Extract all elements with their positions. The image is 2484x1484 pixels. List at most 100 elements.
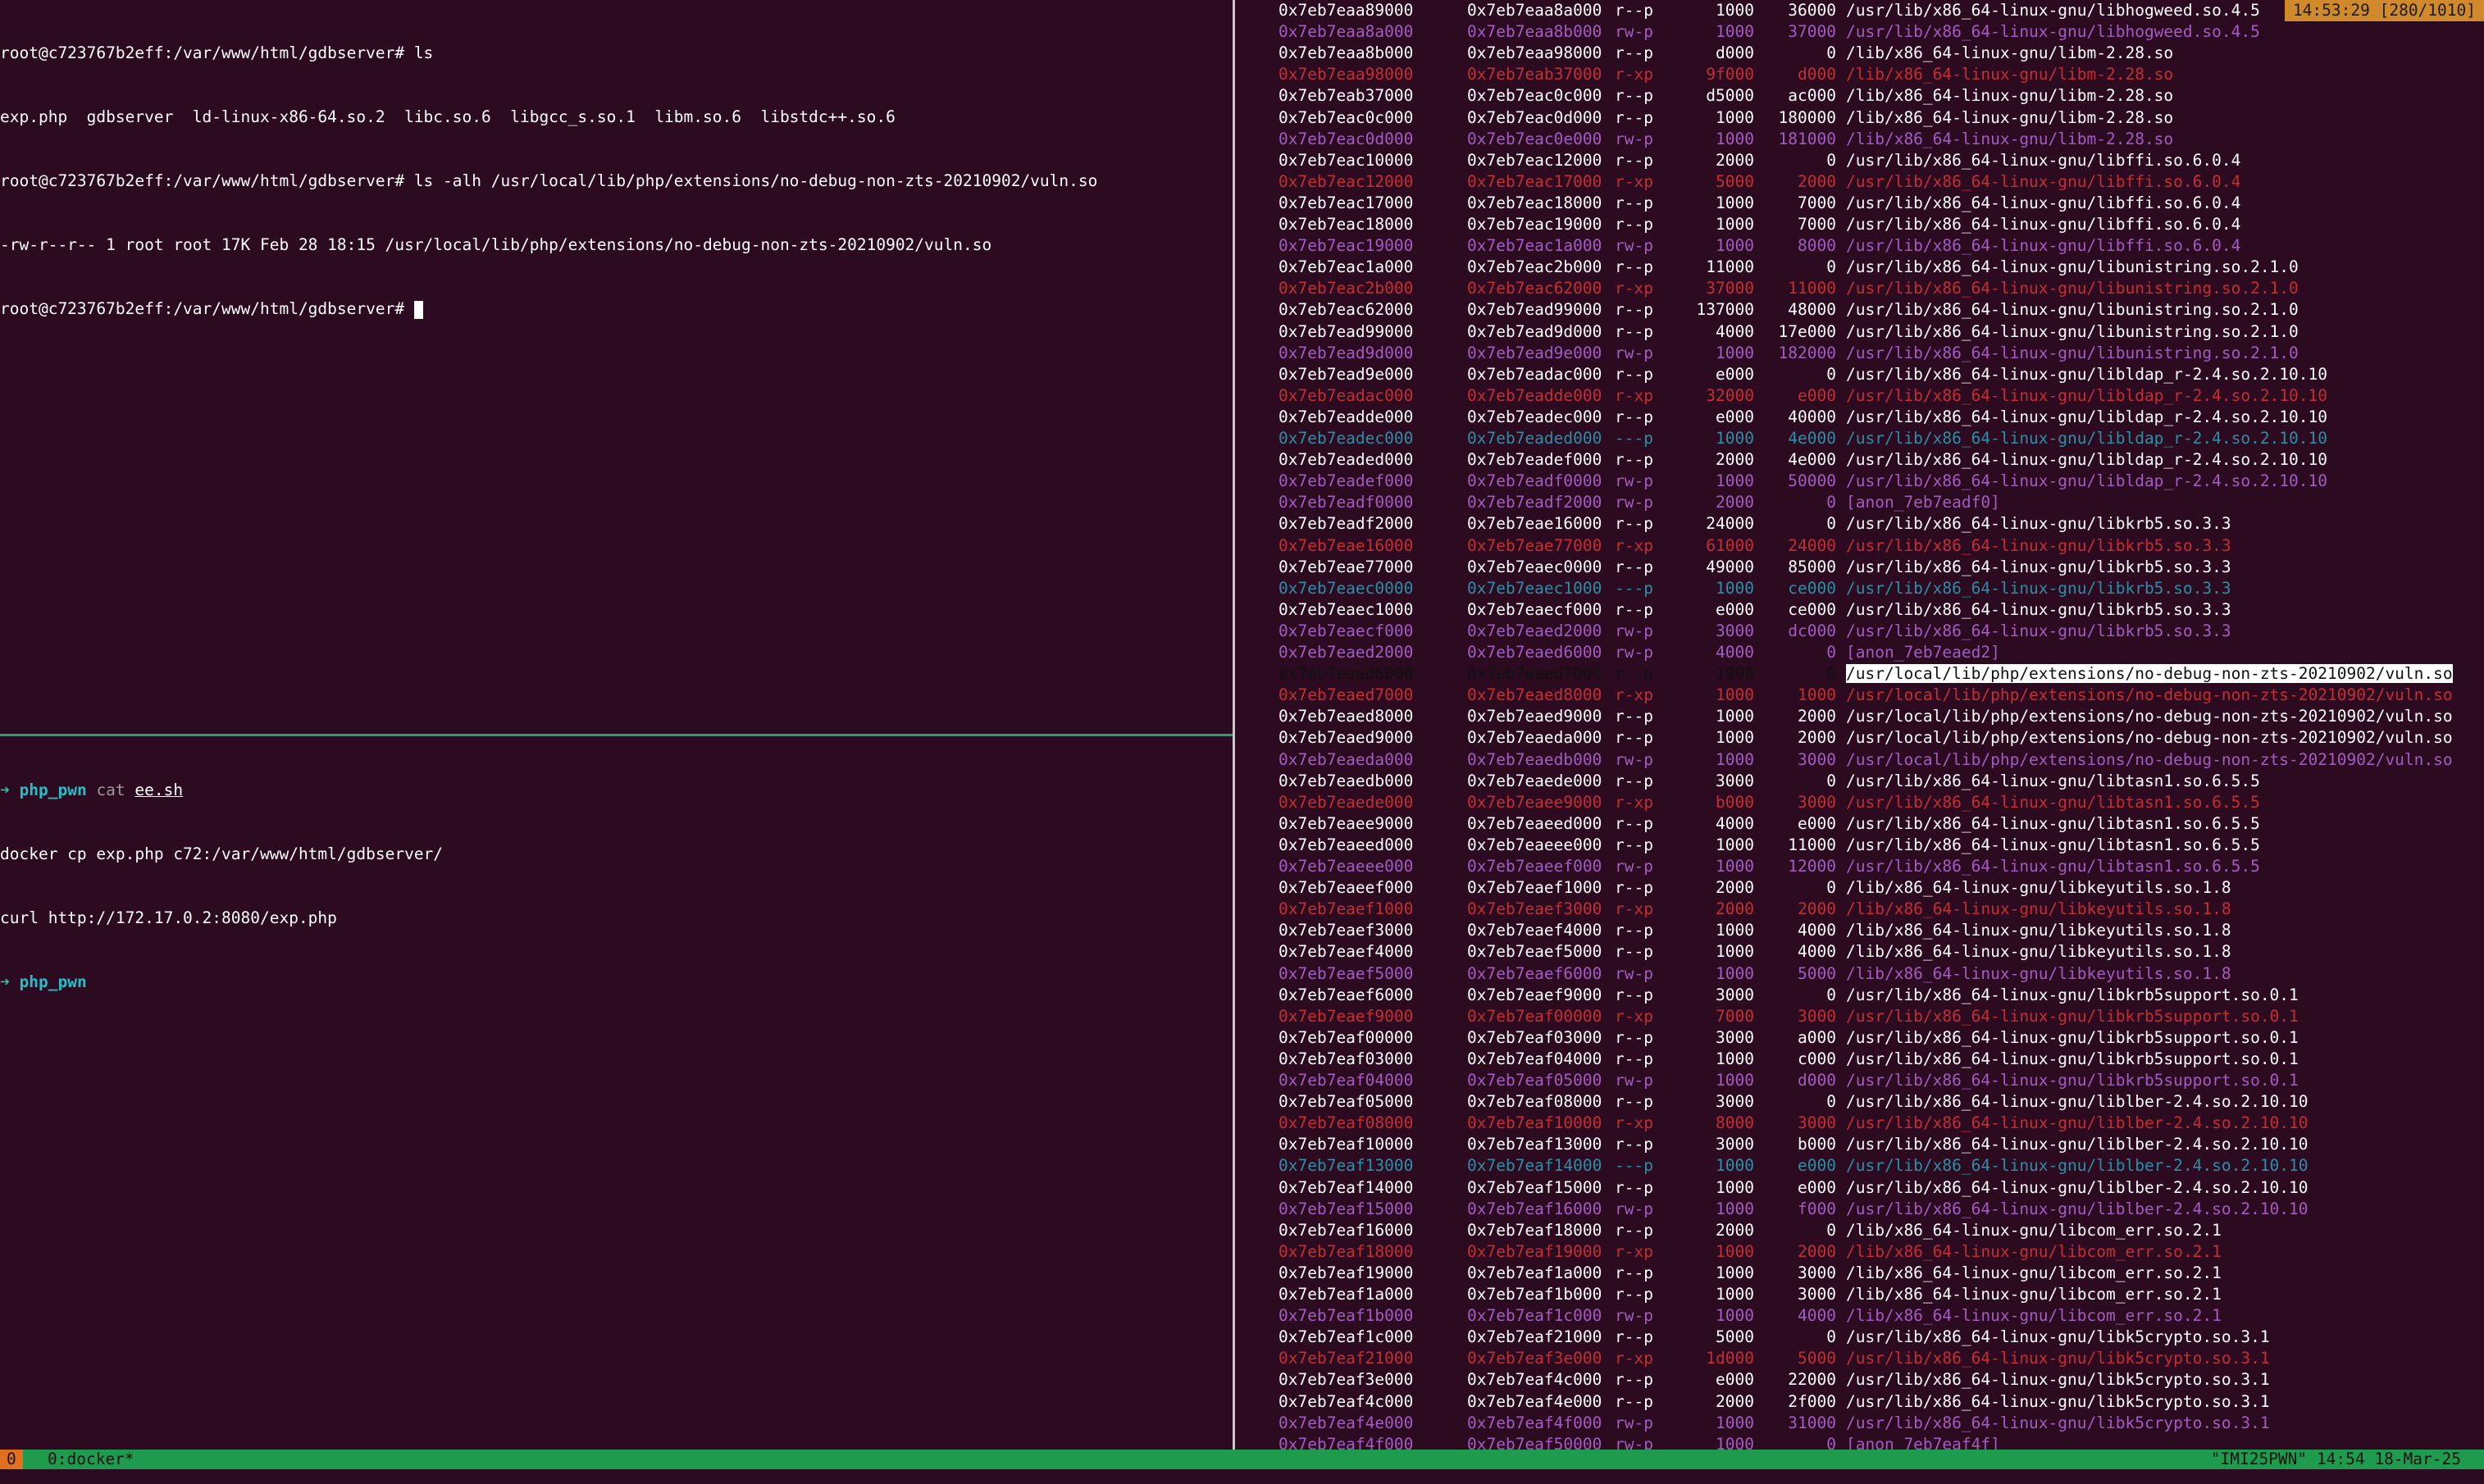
memory-map-row: 0x7eb7eadde000 0x7eb7eadec000 r--p e000 4000… xyxy=(1278,407,2327,428)
prompt-arrow-icon: ➜ xyxy=(0,972,10,991)
memory-map-row: 0x7eb7eaee9000 0x7eb7eaeed000 r--p 4000 e000… xyxy=(1278,813,2260,835)
map-end-address: 0x7eb7eaf1a000 xyxy=(1467,1263,1602,1282)
window-tab-docker[interactable]: 0:docker* xyxy=(48,1450,134,1469)
map-permissions: r--p xyxy=(1615,1092,1653,1112)
map-size: 3000 xyxy=(1716,1027,1754,1047)
memory-map-row: 0x7eb7eaec0000 0x7eb7eaec1000 ---p 1000 ce00… xyxy=(1278,578,2231,599)
map-start-address: 0x7eb7eaf1b000 xyxy=(1278,1306,1414,1326)
map-size: 11000 xyxy=(1706,257,1754,277)
pane-divider-horizontal[interactable] xyxy=(0,734,1233,736)
map-size: 1000 xyxy=(1716,728,1754,748)
map-size: 3000 xyxy=(1716,1092,1754,1112)
map-start-address: 0x7eb7eac0d000 xyxy=(1278,129,1414,148)
map-end-address: 0x7eb7eaf15000 xyxy=(1467,1177,1602,1197)
memory-maps-pane[interactable]: 0x7eb7eaa89000 0x7eb7eaa8a000 r--p 1000 3600… xyxy=(1237,0,2484,1450)
map-size: 1000 xyxy=(1716,193,1754,212)
map-end-address: 0x7eb7eadec000 xyxy=(1467,407,1602,426)
map-end-address: 0x7eb7eaeda000 xyxy=(1467,728,1602,748)
map-path: /usr/local/lib/php/extensions/no-debug-n… xyxy=(1846,749,2453,769)
memory-map-row: 0x7eb7eaf1b000 0x7eb7eaf1c000 rw-p 1000 4000… xyxy=(1278,1305,2222,1327)
map-size: 2000 xyxy=(1716,878,1754,898)
memory-map-row: 0x7eb7eac62000 0x7eb7ead99000 r--p 137000 48… xyxy=(1278,299,2299,321)
map-size: 1000 xyxy=(1716,236,1754,256)
map-offset: 4000 xyxy=(1798,921,1836,940)
prompt-directory: php_pwn xyxy=(19,781,87,799)
map-size: 5000 xyxy=(1716,1327,1754,1347)
map-permissions: r--p xyxy=(1615,257,1653,277)
terminal-prompt-line[interactable]: ➜ php_pwn xyxy=(0,972,1233,993)
memory-map-row: 0x7eb7eaf00000 0x7eb7eaf03000 r--p 3000 a000… xyxy=(1278,1027,2299,1049)
terminal-pane-bottom-left[interactable]: ➜ php_pwn cat ee.sh docker cp exp.php c7… xyxy=(0,737,1233,1449)
map-permissions: rw-p xyxy=(1615,343,1653,362)
map-path: /usr/lib/x86_64-linux-gnu/libk5crypto.so… xyxy=(1846,1349,2270,1368)
map-path: /usr/lib/x86_64-linux-gnu/libtasn1.so.6.… xyxy=(1846,857,2260,876)
map-path: /usr/lib/x86_64-linux-gnu/libhogweed.so.… xyxy=(1846,22,2260,42)
memory-map-row: 0x7eb7eadf2000 0x7eb7eae16000 r--p 24000 0/u… xyxy=(1278,513,2231,535)
map-end-address: 0x7eb7eaed8000 xyxy=(1467,685,1602,705)
map-start-address: 0x7eb7eaeef000 xyxy=(1278,878,1414,898)
map-path: /usr/local/lib/php/extensions/no-debug-n… xyxy=(1846,685,2453,705)
map-path: /usr/lib/x86_64-linux-gnu/libkrb5support… xyxy=(1846,985,2299,1004)
map-start-address: 0x7eb7eaf21000 xyxy=(1278,1349,1414,1368)
memory-map-row: 0x7eb7eaeee000 0x7eb7eaeef000 rw-p 1000 1200… xyxy=(1278,856,2260,877)
map-path: /usr/local/lib/php/extensions/no-debug-n… xyxy=(1846,728,2453,748)
map-start-address: 0x7eb7eaec1000 xyxy=(1278,599,1414,619)
map-offset: d000 xyxy=(1798,65,1836,84)
map-offset: ce000 xyxy=(1788,578,1836,598)
map-start-address: 0x7eb7eaede000 xyxy=(1278,792,1414,812)
terminal-pane-top-left[interactable]: root@c723767b2eff:/var/www/html/gdbserve… xyxy=(0,0,1233,734)
map-end-address: 0x7eb7eadef000 xyxy=(1467,450,1602,470)
map-start-address: 0x7eb7eaecf000 xyxy=(1278,621,1414,640)
map-start-address: 0x7eb7eae16000 xyxy=(1278,535,1414,555)
memory-map-row: 0x7eb7eac0d000 0x7eb7eac0e000 rw-p 1000 1810… xyxy=(1278,129,2173,150)
map-start-address: 0x7eb7eaf14000 xyxy=(1278,1177,1414,1197)
memory-map-row: 0x7eb7eaf08000 0x7eb7eaf10000 r-xp 8000 3000… xyxy=(1278,1113,2309,1134)
map-path: /usr/lib/x86_64-linux-gnu/libldap_r-2.4.… xyxy=(1846,429,2327,448)
map-path: /usr/lib/x86_64-linux-gnu/libldap_r-2.4.… xyxy=(1846,471,2327,491)
map-offset: 3000 xyxy=(1798,749,1836,769)
map-end-address: 0x7eb7eaf16000 xyxy=(1467,1199,1602,1218)
map-start-address: 0x7eb7eaef1000 xyxy=(1278,899,1414,919)
map-path: /usr/lib/x86_64-linux-gnu/libunistring.s… xyxy=(1846,300,2299,320)
map-end-address: 0x7eb7eaeed000 xyxy=(1467,813,1602,833)
map-offset: 0 xyxy=(1826,771,1836,790)
memory-map-row: 0x7eb7eaf4e000 0x7eb7eaf4f000 rw-p 1000 3100… xyxy=(1278,1413,2270,1434)
map-end-address: 0x7eb7eaa98000 xyxy=(1467,43,1602,63)
map-permissions: rw-p xyxy=(1615,963,1653,983)
map-size: 1000 xyxy=(1716,129,1754,148)
map-size: 1000 xyxy=(1716,963,1754,983)
map-end-address: 0x7eb7eaf19000 xyxy=(1467,1241,1602,1261)
map-path: /usr/local/lib/php/extensions/no-debug-n… xyxy=(1846,707,2453,726)
map-size: d5000 xyxy=(1706,86,1754,106)
map-offset: 0 xyxy=(1826,1327,1836,1347)
map-path: /lib/x86_64-linux-gnu/libm-2.28.so xyxy=(1846,65,2174,84)
map-permissions: r--p xyxy=(1615,835,1653,854)
map-path: /usr/lib/x86_64-linux-gnu/libldap_r-2.4.… xyxy=(1846,450,2327,470)
memory-map-row: 0x7eb7ead9d000 0x7eb7ead9e000 rw-p 1000 1820… xyxy=(1278,343,2299,364)
map-permissions: r--p xyxy=(1615,150,1653,170)
map-offset: e000 xyxy=(1798,813,1836,833)
map-size: 1000 xyxy=(1716,1049,1754,1068)
map-permissions: r--p xyxy=(1615,1327,1653,1347)
session-index[interactable]: 0 xyxy=(0,1450,23,1469)
map-path: /usr/lib/x86_64-linux-gnu/libunistring.s… xyxy=(1846,279,2299,298)
map-start-address: 0x7eb7eaf08000 xyxy=(1278,1113,1414,1133)
memory-map-row: 0x7eb7eac10000 0x7eb7eac12000 r--p 2000 0/us… xyxy=(1278,150,2240,171)
map-path: /usr/lib/x86_64-linux-gnu/libffi.so.6.0.… xyxy=(1846,215,2241,234)
pane-divider-vertical[interactable] xyxy=(1233,0,1235,1450)
memory-map-row: 0x7eb7eaef1000 0x7eb7eaef3000 r-xp 2000 2000… xyxy=(1278,899,2231,920)
map-permissions: r--p xyxy=(1615,300,1653,320)
map-start-address: 0x7eb7eaed7000 xyxy=(1278,685,1414,705)
map-start-address: 0x7eb7eaf18000 xyxy=(1278,1241,1414,1261)
map-start-address: 0x7eb7ead99000 xyxy=(1278,321,1414,341)
map-end-address: 0x7eb7eaf04000 xyxy=(1467,1049,1602,1068)
map-path: /usr/lib/x86_64-linux-gnu/libunistring.s… xyxy=(1846,321,2299,341)
map-offset: 180000 xyxy=(1778,107,1836,127)
map-start-address: 0x7eb7eaed6000 xyxy=(1278,664,1414,684)
memory-map-row: 0x7eb7eaf10000 0x7eb7eaf13000 r--p 3000 b000… xyxy=(1278,1134,2309,1155)
memory-map-row: 0x7eb7eaded000 0x7eb7eadef000 r--p 2000 4e00… xyxy=(1278,449,2327,471)
map-end-address: 0x7eb7eaf1c000 xyxy=(1467,1306,1602,1326)
map-end-address: 0x7eb7eaef4000 xyxy=(1467,921,1602,940)
terminal-prompt-line[interactable]: root@c723767b2eff:/var/www/html/gdbserve… xyxy=(0,298,1233,320)
map-path: /usr/lib/x86_64-linux-gnu/libffi.so.6.0.… xyxy=(1846,236,2241,256)
